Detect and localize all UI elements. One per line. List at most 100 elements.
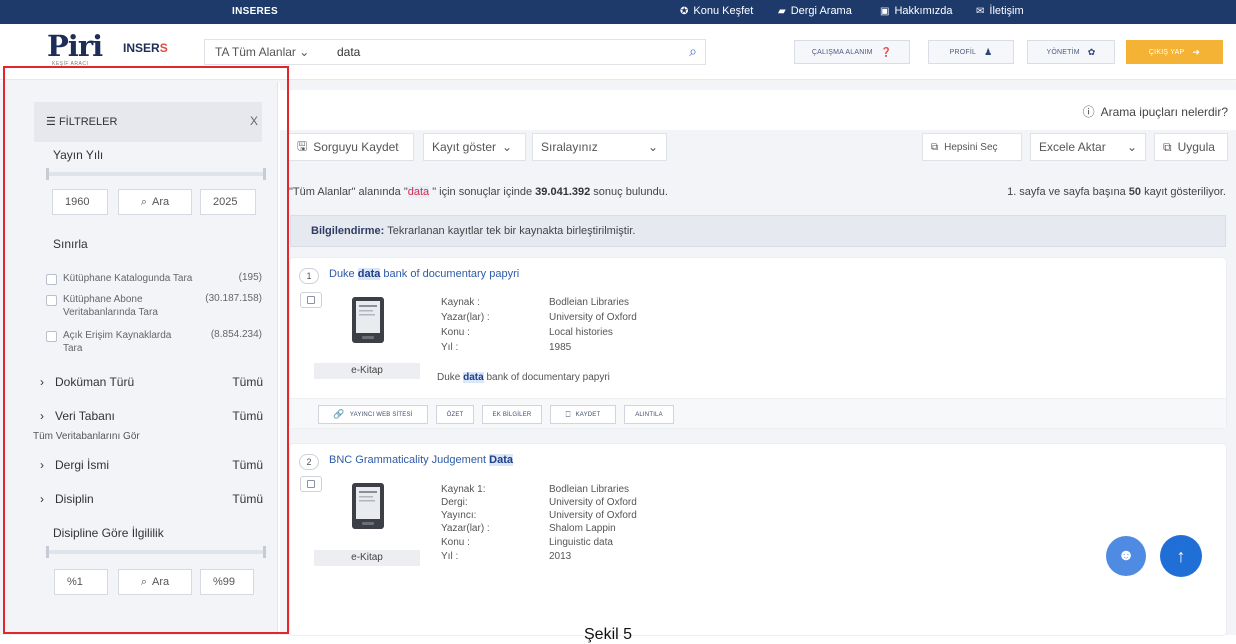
support-button[interactable]: ☻: [1106, 536, 1146, 576]
search-bar: TA Tüm Alanlar ⌄ data ⌕: [204, 39, 706, 65]
field-select[interactable]: TA Tüm Alanlar ⌄: [215, 45, 309, 59]
limit-option-count: (8.854.234): [210, 329, 262, 340]
limit-option-label: Açık Erişim Kaynaklarda Tara: [63, 330, 172, 354]
nav-iletisim[interactable]: ✉ İletişim: [976, 5, 1024, 17]
extra-info-button[interactable]: EK BİLGİLER: [482, 405, 542, 424]
result-summary: "Tüm Alanlar" alanında "data " için sonu…: [289, 186, 668, 198]
nav-hakkimizda[interactable]: ▣ Hakkımızda: [880, 5, 953, 17]
chevron-right-icon: ›: [40, 492, 44, 506]
slider-handle-max[interactable]: [263, 546, 266, 558]
notice-bold: Bilgilendirme:: [311, 225, 385, 237]
close-filter-button[interactable]: X: [250, 114, 258, 128]
facet-value: Tümü: [232, 458, 263, 472]
limit-option-label: Kütüphane Abone Veritabanlarında Tara: [63, 294, 158, 318]
logout-label: ÇIKIŞ YAP: [1148, 48, 1185, 56]
year-search-button[interactable]: ⌕ Ara: [118, 189, 192, 215]
select-all-button[interactable]: ⧉ Hepsini Seç: [922, 133, 1022, 161]
limit-option[interactable]: Kütüphane Abone Veritabanlarında Tara (3…: [46, 293, 266, 321]
result-select-checkbox[interactable]: [300, 476, 322, 492]
admin-button[interactable]: YÖNETİM ✿: [1027, 40, 1115, 64]
slider-handle-max[interactable]: [263, 168, 266, 180]
nav-dergi-arama[interactable]: ▰ Dergi Arama: [778, 5, 852, 17]
result-card: 1 Duke data bank of documentary papyri e…: [290, 258, 1226, 428]
page-info-suffix: kayıt gösteriliyor.: [1141, 186, 1226, 198]
nav-label: Konu Keşfet: [693, 5, 754, 17]
inseris-text: INSER: [123, 41, 160, 55]
show-records-select[interactable]: Kayıt göster ⌄: [423, 133, 526, 161]
search-tips-link[interactable]: ⓘ Arama ipuçları nelerdir?: [1083, 103, 1228, 120]
slider-handle-min[interactable]: [46, 546, 49, 558]
checkbox[interactable]: [46, 331, 57, 342]
save-icon: 🖫: [297, 138, 308, 153]
title-keyword: Data: [489, 454, 514, 466]
record-type-badge: e-Kitap: [314, 550, 420, 566]
profile-label: PROFİL: [949, 48, 977, 56]
slider-handle-min[interactable]: [46, 168, 49, 180]
relevance-label: Disipline Göre İlgililik: [53, 526, 164, 540]
result-select-checkbox[interactable]: [300, 292, 322, 308]
all-databases-link[interactable]: Tüm Veritabanlarını Gör: [33, 431, 140, 442]
search-input[interactable]: data: [337, 45, 360, 59]
search-icon[interactable]: ⌕: [689, 43, 697, 60]
copy-icon: ⧉: [931, 141, 939, 153]
year-from-input[interactable]: 1960: [52, 189, 108, 215]
apply-button[interactable]: ⧉ Uygula: [1154, 133, 1228, 161]
desc-keyword: data: [463, 372, 484, 383]
gear-icon: ✿: [1087, 46, 1096, 57]
logo-subtitle: KEŞİF ARACI: [52, 61, 89, 67]
record-type-badge: e-Kitap: [314, 363, 420, 379]
export-excel-select[interactable]: Excele Aktar ⌄: [1030, 133, 1146, 161]
search-label: Ara: [152, 196, 170, 208]
logo-text: Piri: [47, 29, 103, 63]
copy-icon: ⧉: [1163, 139, 1172, 154]
sign-out-icon: ➜: [1192, 46, 1201, 57]
filter-title-text: FİLTRELER: [58, 116, 118, 128]
year-to-input[interactable]: 2025: [200, 189, 256, 215]
ebook-cover-icon: [352, 483, 384, 529]
save-query-button[interactable]: 🖫 Sorguyu Kaydet: [288, 133, 414, 161]
publisher-site-button[interactable]: 🔗 YAYINCI WEB SİTESİ: [318, 405, 428, 424]
abstract-button[interactable]: ÖZET: [436, 405, 474, 424]
field-select-value: TA Tüm Alanlar: [215, 45, 296, 59]
checkbox[interactable]: [46, 295, 57, 306]
arrow-up-icon: ↑: [1176, 545, 1186, 566]
workspace-button[interactable]: ÇALIŞMA ALANIM ❓: [794, 40, 910, 64]
meta-key: Yıl :: [441, 551, 459, 562]
result-card: 2 BNC Grammaticality Judgement Data e-Ki…: [290, 444, 1226, 635]
sort-select[interactable]: Sıralayınız ⌄: [532, 133, 667, 161]
cite-button[interactable]: ALINTILA: [624, 405, 674, 424]
chevron-down-icon: ⌄: [647, 140, 658, 154]
chevron-right-icon: ›: [40, 375, 44, 389]
checkbox[interactable]: [46, 274, 57, 285]
scroll-top-button[interactable]: ↑: [1160, 535, 1202, 577]
meta-value: 1985: [549, 342, 572, 353]
year-slider[interactable]: [46, 168, 266, 180]
nav-konu-kesfet[interactable]: ✪ Konu Keşfet: [680, 5, 753, 17]
relevance-to-input[interactable]: %99: [200, 569, 254, 595]
summary-suffix: sonuç bulundu.: [590, 186, 668, 198]
limit-option[interactable]: Kütüphane Katalogunda Tara (195): [46, 272, 266, 288]
relevance-slider[interactable]: [46, 546, 266, 558]
title-part: bank of documentary papyri: [380, 268, 520, 280]
limit-option-count: (30.187.158): [205, 293, 262, 304]
meta-value: Shalom Lappin: [549, 523, 616, 534]
save-record-button[interactable]: ⎕ KAYDET: [550, 405, 616, 424]
result-title[interactable]: BNC Grammaticality Judgement Data: [329, 454, 514, 466]
relevance-search-button[interactable]: ⌕ Ara: [118, 569, 192, 595]
save-query-label: Sorguyu Kaydet: [313, 140, 399, 154]
action-label: ÖZET: [446, 411, 464, 418]
relevance-from-input[interactable]: %1: [54, 569, 108, 595]
id-card-icon: ▣: [880, 5, 890, 17]
logout-button[interactable]: ÇIKIŞ YAP ➜: [1126, 40, 1223, 64]
limit-option[interactable]: Açık Erişim Kaynaklarda Tara (8.854.234): [46, 329, 266, 357]
facet-label: Doküman Türü: [55, 375, 135, 389]
user-icon: ♟: [984, 46, 993, 57]
profile-button[interactable]: PROFİL ♟: [928, 40, 1014, 64]
meta-value: University of Oxford: [549, 312, 637, 323]
title-part: BNC Grammaticality Judgement: [329, 454, 490, 466]
meta-key: Kaynak 1:: [441, 484, 486, 495]
result-number: 2: [299, 454, 319, 470]
search-label: Ara: [152, 576, 170, 588]
nav-label: Dergi Arama: [790, 5, 852, 17]
result-title[interactable]: Duke data bank of documentary papyri: [329, 268, 519, 280]
